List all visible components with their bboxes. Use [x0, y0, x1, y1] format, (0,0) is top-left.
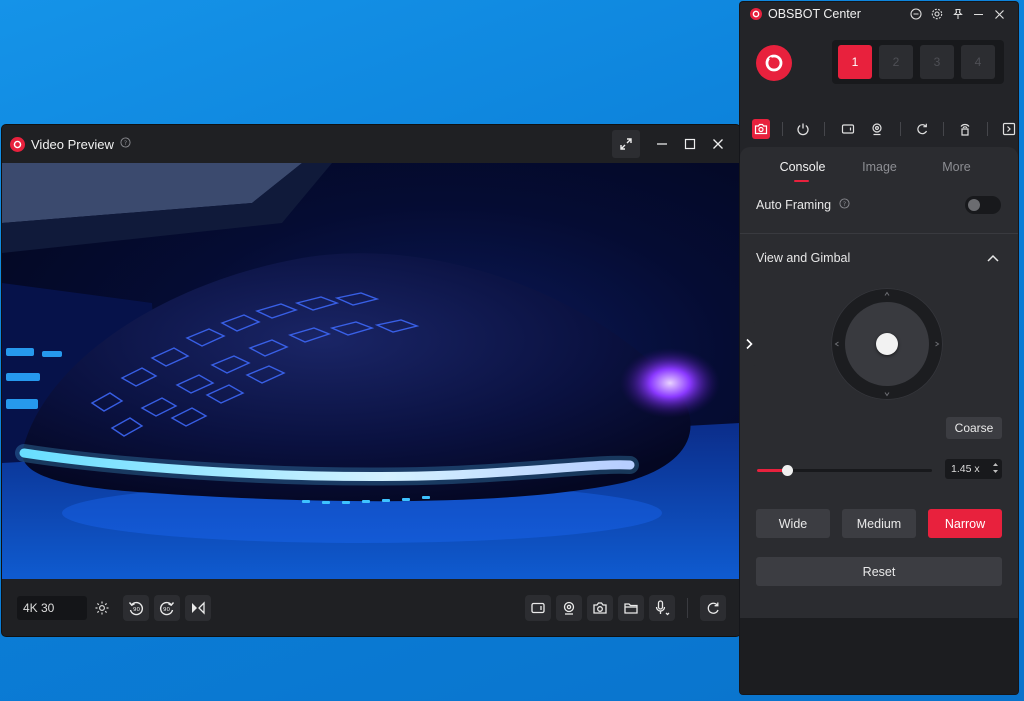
help-icon[interactable]: ?: [839, 198, 850, 212]
webcam-icon[interactable]: [556, 595, 582, 621]
active-tab-indicator: [794, 180, 809, 182]
video-preview-titlebar[interactable]: Video Preview ?: [2, 125, 740, 163]
window-title: Video Preview: [31, 136, 114, 152]
camera-control-icon[interactable]: [752, 119, 771, 139]
spin-down-icon[interactable]: [992, 468, 999, 475]
device-slot-4[interactable]: 4: [961, 45, 995, 79]
zoom-slider[interactable]: [757, 465, 932, 476]
settings-gear-icon[interactable]: [89, 595, 115, 621]
spin-up-icon[interactable]: [992, 461, 999, 468]
section-divider: [740, 233, 1018, 234]
auto-framing-label: Auto Framing: [756, 198, 832, 212]
joystick-pad: [845, 302, 929, 386]
auto-framing-row: Auto Framing ?: [756, 198, 850, 212]
window-title: OBSBOT Center: [768, 7, 861, 21]
toggle-knob: [968, 199, 980, 211]
arrow-right-icon[interactable]: [934, 341, 940, 347]
coarse-button[interactable]: Coarse: [946, 417, 1002, 439]
toolbar-divider: [823, 122, 825, 136]
pin-icon[interactable]: [947, 4, 968, 24]
microphone-icon[interactable]: [649, 595, 675, 621]
maximize-icon[interactable]: [676, 130, 704, 158]
expand-panel-icon[interactable]: [1000, 119, 1018, 139]
device-selector: 1 2 3 4: [740, 26, 1018, 110]
device-avatar[interactable]: [756, 45, 792, 81]
zoom-value-input[interactable]: 1.45 x: [945, 459, 1002, 479]
record-video-icon[interactable]: [839, 119, 857, 139]
reset-button[interactable]: Reset: [756, 557, 1002, 586]
toolbar-divider: [943, 122, 945, 136]
refresh-icon[interactable]: [913, 119, 931, 139]
minimize-icon[interactable]: [968, 4, 989, 24]
video-preview-window: Video Preview ? 4K 30 90 90: [2, 125, 740, 636]
arrow-left-icon[interactable]: [834, 341, 840, 347]
record-video-icon[interactable]: [525, 595, 551, 621]
auto-framing-toggle[interactable]: [965, 196, 1001, 214]
toolbar-divider: [687, 598, 688, 618]
video-preview-toolbar: 4K 30 90 90: [2, 579, 740, 636]
gimbal-joystick[interactable]: [831, 288, 943, 400]
view-gimbal-header[interactable]: View and Gimbal: [756, 251, 850, 265]
folder-icon[interactable]: [618, 595, 644, 621]
flip-mirror-icon[interactable]: [185, 594, 211, 621]
close-icon[interactable]: [704, 130, 732, 158]
resolution-select[interactable]: 4K 30: [17, 595, 87, 620]
device-slots: 1 2 3 4: [832, 40, 1004, 84]
svg-text:90: 90: [163, 607, 170, 613]
zoom-stepper[interactable]: [992, 461, 999, 475]
preset-wide-button[interactable]: Wide: [756, 509, 830, 538]
collapse-panel-handle[interactable]: [740, 322, 757, 366]
rotate-right-90-icon[interactable]: 90: [154, 594, 180, 621]
tab-image[interactable]: Image: [841, 160, 918, 174]
tab-console[interactable]: Console: [764, 160, 841, 174]
toolbar-divider: [986, 122, 988, 136]
rotate-left-90-icon[interactable]: 90: [123, 594, 149, 621]
obsbot-toolbar: [740, 112, 1018, 146]
zoom-value: 1.45 x: [951, 463, 980, 475]
toolbar-divider: [782, 122, 784, 136]
obsbot-logo-icon: [10, 136, 25, 152]
svg-text:?: ?: [843, 200, 846, 208]
device-slot-2[interactable]: 2: [879, 45, 913, 79]
obsbot-center-window: OBSBOT Center 1 2 3 4 Console Image More…: [740, 2, 1018, 694]
tab-bar: Console Image More: [740, 160, 1018, 174]
fit-window-icon[interactable]: [612, 130, 640, 158]
camera-snapshot-icon[interactable]: [587, 595, 613, 621]
refresh-icon[interactable]: [700, 595, 726, 621]
preset-narrow-button[interactable]: Narrow: [928, 509, 1002, 538]
device-slot-3[interactable]: 3: [920, 45, 954, 79]
obsbot-logo-icon: [750, 8, 762, 20]
close-icon[interactable]: [989, 4, 1010, 24]
camera-feed-image: [2, 163, 740, 579]
chevron-up-icon[interactable]: [987, 251, 999, 265]
help-icon[interactable]: ?: [120, 137, 131, 151]
panel-footer: [740, 618, 1018, 694]
svg-text:90: 90: [133, 607, 140, 613]
toolbar-divider: [899, 122, 901, 136]
webcam-icon[interactable]: [867, 119, 885, 139]
joystick-knob[interactable]: [876, 333, 898, 355]
chevron-right-icon: [745, 338, 753, 350]
preset-medium-button[interactable]: Medium: [842, 509, 916, 538]
console-panel: Console Image More Auto Framing ? View a…: [740, 147, 1018, 618]
compact-mode-icon[interactable]: [905, 4, 926, 24]
remote-control-icon[interactable]: [956, 119, 974, 139]
arrow-up-icon[interactable]: [884, 291, 890, 297]
minimize-icon[interactable]: [648, 130, 676, 158]
obsbot-center-titlebar[interactable]: OBSBOT Center: [740, 2, 1018, 26]
tab-more[interactable]: More: [918, 160, 995, 174]
view-gimbal-title: View and Gimbal: [756, 251, 851, 265]
arrow-down-icon[interactable]: [884, 391, 890, 397]
zoom-slider-thumb[interactable]: [781, 465, 793, 476]
svg-text:?: ?: [124, 139, 127, 147]
zoom-presets: Wide Medium Narrow: [756, 509, 1014, 538]
device-slot-1[interactable]: 1: [838, 45, 872, 79]
resolution-value: 4K 30: [23, 600, 55, 615]
settings-gear-icon[interactable]: [926, 4, 947, 24]
power-icon[interactable]: [793, 119, 811, 139]
video-feed[interactable]: [2, 163, 740, 579]
